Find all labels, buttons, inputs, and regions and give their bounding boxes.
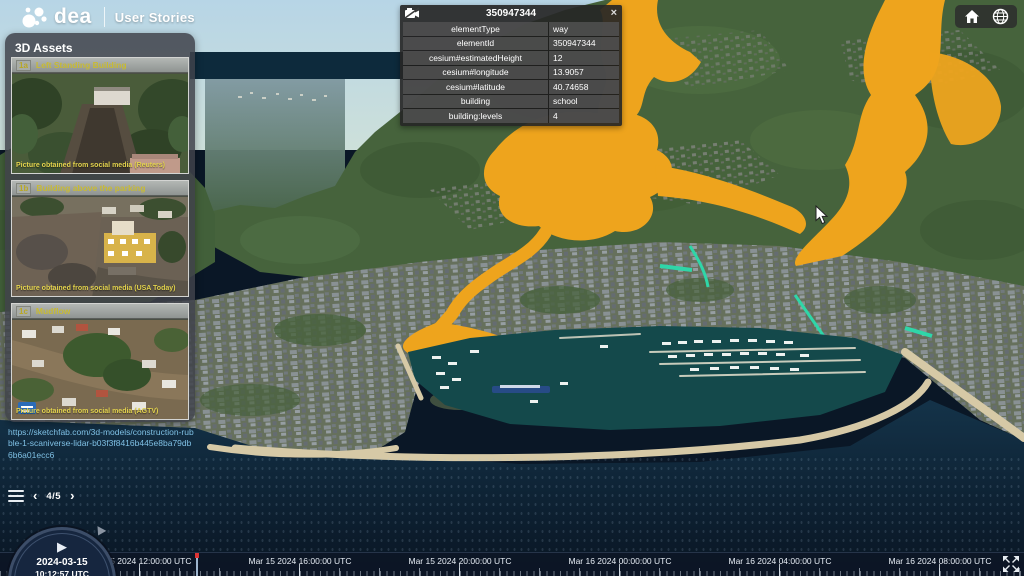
sketchfab-link[interactable]: https://sketchfab.com/3d-models/construc…	[8, 427, 194, 461]
row-key: elementType	[403, 22, 548, 36]
asset-caption: Picture obtained from social media (Reut…	[16, 162, 186, 169]
asset-card-title: Left Standing Building	[36, 60, 127, 70]
asset-card-1a-header: 1a Left Standing Building	[12, 58, 188, 73]
asset-card-1a[interactable]: 1a Left Standing Building Picture obtain…	[11, 57, 189, 174]
asset-card-1b[interactable]: 1b Building above the parking	[11, 180, 189, 297]
asset-card-title: Mudflow	[36, 306, 70, 316]
row-value: school	[549, 95, 619, 109]
row-value: 13.9057	[549, 66, 619, 80]
row-key: cesium#latitude	[403, 80, 548, 94]
header-divider	[104, 7, 105, 27]
asset-photo-1a	[12, 74, 188, 174]
assets-panel-title: 3D Assets	[5, 33, 195, 55]
table-row: cesium#latitude 40.74658	[403, 80, 619, 94]
asset-card-1b-header: 1b Building above the parking	[12, 181, 188, 196]
assets-panel: 3D Assets 1a Left Standing Building Pict…	[5, 33, 195, 422]
app-window: dea User Stories 3D Assets 1a Left Stand…	[0, 0, 1024, 576]
timeline-scrubber-needle[interactable]	[196, 553, 198, 576]
asset-id-badge: 1a	[16, 60, 31, 71]
asset-id-badge: 1b	[16, 183, 31, 194]
prev-page-button[interactable]: ‹	[33, 489, 37, 503]
menu-icon[interactable]	[8, 488, 24, 504]
row-key: cesium#estimatedHeight	[403, 51, 548, 65]
table-row: cesium#longitude 13.9057	[403, 66, 619, 80]
asset-caption: Picture obtained from social media (AGTV…	[16, 408, 186, 415]
current-date: 2024-03-15	[11, 557, 113, 568]
timeline-label: Mar 16 2024 04:00:00 UTC	[700, 556, 860, 566]
asset-id-badge: 1c	[16, 306, 31, 317]
row-value: 4	[549, 109, 619, 123]
asset-card-1c[interactable]: 1c Mudflow Picture obtained from social …	[11, 303, 189, 420]
logo-text: dea	[54, 5, 92, 29]
next-page-button[interactable]: ›	[70, 489, 74, 503]
timeline-hour-ticks	[0, 568, 1024, 576]
asset-card-title: Building above the parking	[36, 183, 145, 193]
close-icon[interactable]: ×	[611, 6, 617, 20]
timeline-label: Mar 15 2024 20:00:00 UTC	[380, 556, 540, 566]
harbor-water	[408, 326, 903, 430]
row-value: 12	[549, 51, 619, 65]
infobox-table: elementType way elementId 350947344 cesi…	[403, 22, 619, 123]
home-view-button[interactable]	[959, 6, 985, 27]
asset-caption: Picture obtained from social media (USA …	[16, 285, 186, 292]
header-bar: dea User Stories	[0, 0, 195, 34]
timeline-label: Mar 16 2024 00:00:00 UTC	[540, 556, 700, 566]
row-value: 350947344	[549, 37, 619, 51]
table-row: elementId 350947344	[403, 37, 619, 51]
dea-logo-icon	[20, 4, 50, 30]
page-indicator: 4/5	[46, 491, 61, 502]
current-time: 10:12:57 UTC	[11, 569, 113, 576]
table-row: building:levels 4	[403, 109, 619, 123]
asset-card-1c-header: 1c Mudflow	[12, 304, 188, 319]
table-row: cesium#estimatedHeight 12	[403, 51, 619, 65]
row-value: way	[549, 22, 619, 36]
infobox-title: 350947344	[486, 8, 536, 19]
row-value: 40.74658	[549, 80, 619, 94]
ferry-boat	[492, 385, 550, 393]
play-icon[interactable]: ▶	[11, 539, 113, 555]
row-key: building	[403, 95, 548, 109]
infobox-titlebar: 350947344 ×	[400, 5, 622, 22]
story-pagination: ‹ 4/5 ›	[8, 488, 74, 504]
timeline-label: Mar 16 2024 08:00:00 UTC	[860, 556, 1020, 566]
table-row: building school	[403, 95, 619, 109]
globe-icon	[992, 8, 1009, 25]
fullscreen-icon[interactable]	[1001, 554, 1021, 574]
timeline-label: Mar 15 2024 16:00:00 UTC	[220, 556, 380, 566]
globe-view-button[interactable]	[987, 6, 1013, 27]
page-title: User Stories	[115, 10, 195, 25]
feature-infobox: 350947344 × elementType way elementId 35…	[400, 5, 622, 126]
asset-photo-1c	[12, 320, 188, 420]
row-key: cesium#longitude	[403, 66, 548, 80]
row-key: elementId	[403, 37, 548, 51]
row-key: building:levels	[403, 109, 548, 123]
table-row: elementType way	[403, 22, 619, 36]
timeline-bar[interactable]: Mar 15 2024 12:00:00 UTC Mar 15 2024 16:…	[0, 552, 1024, 576]
asset-photo-1b	[12, 197, 188, 297]
camera-track-icon[interactable]	[404, 7, 420, 19]
home-icon	[964, 9, 980, 24]
view-nav-buttons	[955, 5, 1017, 28]
